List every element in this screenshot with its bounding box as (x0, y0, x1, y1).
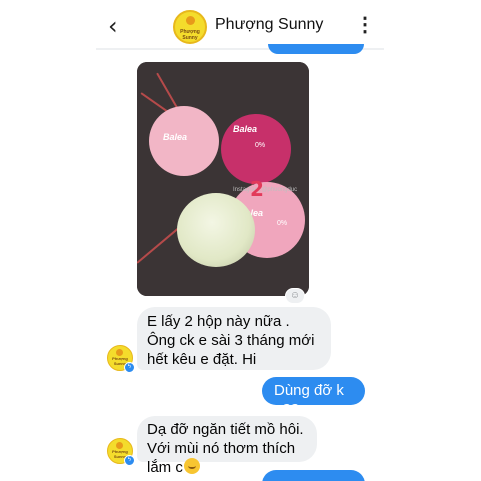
incoming-message[interactable]: E lấy 2 hộp này nữa . Ông ck e sài 3 thá… (137, 307, 331, 370)
product-jar: Balea 0% (221, 114, 291, 184)
message-text: Dạ đỡ ngăn tiết mồ hôi. Với mùi nó thơm … (147, 421, 304, 476)
contact-name[interactable]: Phượng Sunny (215, 16, 323, 34)
jar-percent: 0% (277, 220, 288, 227)
jar-percent: 0% (255, 142, 266, 149)
jar-brand: Balea (233, 124, 258, 134)
message-text: E lấy 2 hộp này nữa . Ông ck e sài 3 thá… (147, 313, 315, 368)
message-text: Dùng đỡ k e?? (274, 382, 344, 418)
outgoing-message[interactable]: Dùng đỡ k e?? (262, 377, 365, 418)
contact-avatar[interactable]: Phượng Sunny (173, 10, 207, 44)
smiling-emoji-icon (183, 458, 200, 474)
avatar-brand-text: Phượng Sunny (180, 29, 200, 41)
messenger-badge-icon: ϟ (124, 455, 135, 466)
sun-logo-icon (186, 16, 195, 25)
back-chevron-icon[interactable]: ‹ (108, 13, 130, 39)
chat-header: ‹ Phượng Sunny Phượng Sunny ⋮ (0, 0, 481, 50)
incoming-message[interactable]: Dạ đỡ ngăn tiết mồ hôi. Với mùi nó thơm … (137, 416, 317, 476)
jar-brand: Balea (163, 132, 188, 142)
handwritten-annotation: 2 (250, 177, 264, 201)
open-cream-jar (177, 193, 255, 267)
sun-logo-icon (116, 442, 123, 449)
more-options-icon[interactable]: ⋮ (355, 14, 375, 38)
add-reaction-icon[interactable]: ☺ (285, 288, 305, 304)
previous-outgoing-bubble (268, 44, 364, 54)
shared-photo[interactable]: Balea Balea 0% Balea 0% Instagram:@phuon… (137, 62, 309, 296)
photo-watermark: Instagram:@phuongduc (233, 187, 298, 193)
sun-logo-icon (116, 349, 123, 356)
messenger-badge-icon: ϟ (124, 362, 135, 373)
product-jar: Balea (149, 106, 219, 176)
outgoing-message-partial[interactable] (262, 470, 365, 481)
